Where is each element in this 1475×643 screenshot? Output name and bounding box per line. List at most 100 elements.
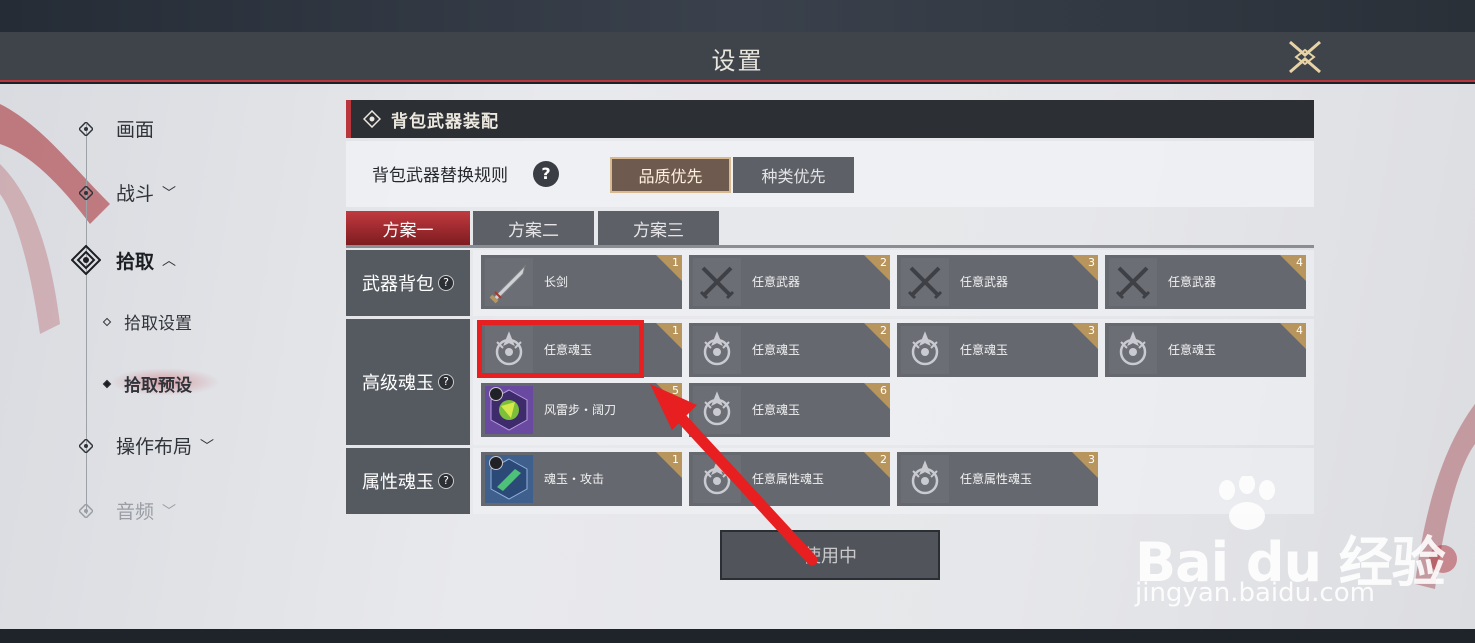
diamond-icon [76, 183, 96, 203]
soul-jade-icon [485, 326, 533, 374]
slot-name: 长剑 [544, 275, 569, 289]
sidebar-item-label: 拾取 [116, 250, 155, 273]
row-label-text: 属性魂玉 [362, 472, 434, 493]
slot-name: 任意武器 [960, 275, 1009, 289]
quality-priority-button[interactable]: 品质优先 [610, 157, 731, 193]
row-label-text: 高级魂玉 [362, 373, 434, 394]
rank-badge-icon [489, 456, 503, 470]
sidebar-item-controls-layout[interactable]: 操作布局 ﹀ [76, 432, 214, 459]
chevron-up-icon: ︿ [162, 253, 177, 269]
slot-number: 1 [672, 256, 679, 269]
slot-name: 风雷步・阔刀 [544, 403, 617, 417]
slot-number: 1 [672, 324, 679, 337]
diamond-icon [76, 436, 96, 456]
sidebar-subitem-pickup-presets[interactable]: 拾取预设 [102, 371, 192, 396]
soul-jade-icon [901, 326, 949, 374]
soul-jade-icon [693, 326, 741, 374]
page-title: 设置 [711, 47, 764, 75]
weapon-bag-label: 武器背包 ? [346, 250, 470, 316]
slot-number: 2 [880, 324, 887, 337]
sidebar-item-display[interactable]: 画面 [76, 115, 154, 142]
weapon-slot[interactable]: 任意武器 4 [1105, 255, 1306, 309]
slot-name: 任意属性魂玉 [960, 472, 1033, 486]
tab-plan-1[interactable]: 方案一 [346, 211, 470, 245]
slot-number: 2 [880, 256, 887, 269]
sword-icon [485, 258, 533, 306]
soul-jade-slot[interactable]: 任意魂玉 3 [897, 323, 1098, 377]
soul-jade-slot[interactable]: 任意魂玉 4 [1105, 323, 1306, 377]
chevron-down-icon: ﹀ [162, 185, 177, 202]
help-icon[interactable]: ? [438, 374, 454, 390]
weapon-slot[interactable]: 任意武器 3 [897, 255, 1098, 309]
sidebar-item-label: 音频 [116, 501, 155, 523]
replace-rule-label: 背包武器替换规则 [372, 166, 508, 186]
slot-number: 6 [880, 384, 887, 397]
help-icon[interactable]: ? [438, 473, 454, 489]
replace-rule-row: 背包武器替换规则 ? 品质优先 种类优先 [346, 141, 1314, 207]
settings-sidebar: 画面 战斗 ﹀ 拾取 ︿ 拾取设置 拾取预设 操作布局 ﹀ 音频 ﹀ [0, 84, 330, 629]
diamond-icon [76, 119, 96, 139]
settings-header: 设置 [0, 32, 1475, 82]
soul-jade-icon [1109, 326, 1157, 374]
weapon-slot[interactable]: 任意武器 2 [689, 255, 890, 309]
crossed-swords-icon [1109, 258, 1157, 306]
advanced-soul-jade-label: 高级魂玉 ? [346, 319, 470, 445]
close-icon [1289, 40, 1321, 74]
chevron-down-icon: ﹀ [162, 503, 177, 520]
slot-name: 任意武器 [1168, 275, 1217, 289]
slot-name: 任意属性魂玉 [752, 472, 825, 486]
slot-number: 2 [880, 453, 887, 466]
in-use-button[interactable]: 使用中 [720, 530, 940, 580]
soul-jade-slot[interactable]: 风雷步・阔刀 5 [481, 383, 682, 437]
slot-name: 任意魂玉 [960, 343, 1009, 357]
sidebar-item-label: 画面 [116, 119, 155, 141]
weapon-slot[interactable]: 长剑 1 [481, 255, 682, 309]
slot-name: 任意魂玉 [1168, 343, 1217, 357]
attr-jade-slot[interactable]: 任意属性魂玉 2 [689, 452, 890, 506]
sidebar-item-label: 战斗 [116, 183, 155, 205]
soul-jade-slot[interactable]: 任意魂玉 1 [481, 323, 682, 377]
slot-name: 任意魂玉 [752, 403, 801, 417]
section-header: 背包武器装配 [346, 100, 1314, 138]
soul-jade-icon [693, 455, 741, 503]
tab-plan-3[interactable]: 方案三 [598, 211, 719, 245]
subitem-label: 拾取预设 [124, 376, 192, 396]
attr-jade-slot[interactable]: 任意属性魂玉 3 [897, 452, 1098, 506]
close-button[interactable] [1286, 38, 1324, 76]
section-title: 背包武器装配 [391, 111, 499, 132]
soul-jade-icon [693, 386, 741, 434]
slot-name: 任意武器 [752, 275, 801, 289]
slot-number: 4 [1296, 324, 1303, 337]
sidebar-item-audio[interactable]: 音频 ﹀ [76, 497, 176, 524]
type-priority-button[interactable]: 种类优先 [733, 157, 854, 193]
flower-decoration [1415, 404, 1475, 589]
slot-name: 任意魂玉 [544, 343, 593, 357]
sidebar-item-combat[interactable]: 战斗 ﹀ [76, 179, 176, 206]
diamond-icon [363, 110, 381, 128]
attr-jade-slot[interactable]: 魂玉・攻击 1 [481, 452, 682, 506]
tab-plan-2[interactable]: 方案二 [473, 211, 594, 245]
soul-jade-slot[interactable]: 任意魂玉 6 [689, 383, 890, 437]
active-diamond-icon [70, 244, 102, 276]
tab-underline [346, 245, 1314, 248]
row-label-text: 武器背包 [362, 274, 434, 295]
small-diamond-icon [102, 317, 112, 326]
slot-number: 3 [1088, 453, 1095, 466]
small-diamond-icon [102, 379, 112, 388]
top-background-strip [0, 0, 1475, 32]
diamond-icon [76, 501, 96, 521]
slot-name: 任意魂玉 [752, 343, 801, 357]
soul-jade-slot[interactable]: 任意魂玉 2 [689, 323, 890, 377]
slot-name: 魂玉・攻击 [544, 472, 605, 486]
help-icon[interactable]: ? [533, 161, 559, 187]
soul-jade-icon [901, 455, 949, 503]
slot-number: 3 [1088, 256, 1095, 269]
slot-number: 1 [672, 453, 679, 466]
sidebar-item-pickup[interactable]: 拾取 ︿ [70, 244, 176, 276]
slot-number: 4 [1296, 256, 1303, 269]
help-icon[interactable]: ? [438, 275, 454, 291]
chevron-down-icon: ﹀ [200, 438, 215, 455]
sidebar-item-label: 操作布局 [116, 436, 193, 458]
crossed-swords-icon [693, 258, 741, 306]
sidebar-subitem-pickup-settings[interactable]: 拾取设置 [102, 309, 192, 334]
